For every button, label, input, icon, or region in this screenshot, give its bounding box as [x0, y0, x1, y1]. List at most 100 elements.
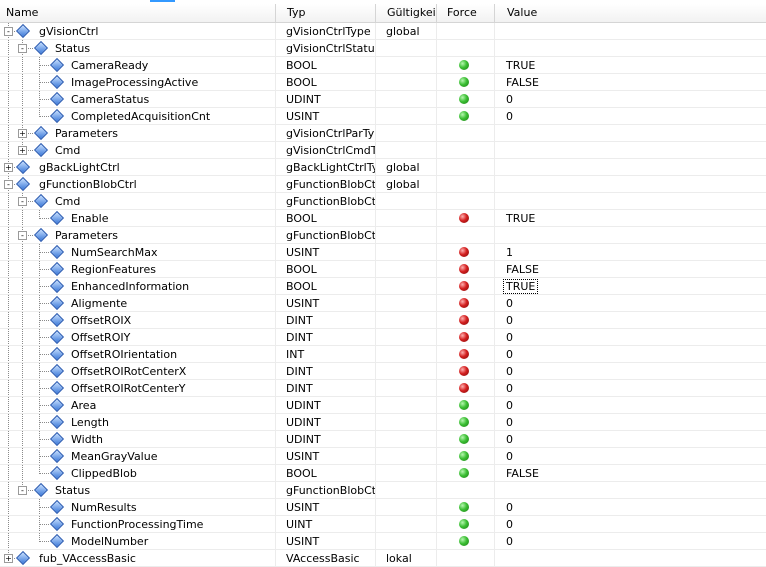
row-value-cell[interactable]: 0 — [495, 295, 766, 312]
table-row[interactable]: Enable BOOL TRUE — [0, 210, 766, 227]
table-row[interactable]: OffsetROIrientation INT 0 — [0, 346, 766, 363]
row-value-cell[interactable]: 0 — [495, 448, 766, 465]
expand-icon[interactable]: + — [18, 146, 27, 155]
column-header-name[interactable]: Name — [0, 4, 276, 22]
force-off-led-icon[interactable] — [459, 468, 469, 478]
row-value-cell[interactable] — [495, 125, 766, 142]
row-value-cell[interactable]: FALSE — [495, 261, 766, 278]
row-value-cell[interactable]: TRUE — [495, 210, 766, 227]
table-row[interactable]: + Parameters gVisionCtrlParTy — [0, 125, 766, 142]
row-value[interactable]: 1 — [506, 246, 513, 259]
table-row[interactable]: ImageProcessingActive BOOL FALSE — [0, 74, 766, 91]
collapse-icon[interactable]: - — [4, 27, 13, 36]
force-on-led-icon[interactable] — [459, 213, 469, 223]
row-value[interactable]: 0 — [506, 501, 513, 514]
column-header-value[interactable]: Value — [495, 4, 766, 22]
row-value[interactable]: TRUE — [506, 212, 535, 225]
table-row[interactable]: Aligmente USINT 0 — [0, 295, 766, 312]
force-off-led-icon[interactable] — [459, 417, 469, 427]
table-row[interactable]: - Parameters gFunctionBlobCt — [0, 227, 766, 244]
table-row[interactable]: EnhancedInformation BOOL TRUE — [0, 278, 766, 295]
collapse-icon[interactable]: - — [18, 44, 27, 53]
expand-icon[interactable]: + — [4, 163, 13, 172]
row-value[interactable]: 0 — [506, 110, 513, 123]
force-off-led-icon[interactable] — [459, 434, 469, 444]
table-row[interactable]: - Cmd gFunctionBlobCt — [0, 193, 766, 210]
row-value[interactable]: 0 — [506, 314, 513, 327]
collapse-icon[interactable]: - — [18, 197, 27, 206]
force-on-led-icon[interactable] — [459, 332, 469, 342]
table-row[interactable]: CameraReady BOOL TRUE — [0, 57, 766, 74]
force-off-led-icon[interactable] — [459, 536, 469, 546]
row-value-cell[interactable]: 0 — [495, 397, 766, 414]
table-row[interactable]: CameraStatus UDINT 0 — [0, 91, 766, 108]
table-row[interactable]: OffsetROIX DINT 0 — [0, 312, 766, 329]
table-row[interactable]: - gFunctionBlobCtrl gFunctionBlobCt global — [0, 176, 766, 193]
row-value[interactable]: 0 — [506, 450, 513, 463]
force-off-led-icon[interactable] — [459, 451, 469, 461]
table-row[interactable]: FunctionProcessingTime UINT 0 — [0, 516, 766, 533]
row-value-cell[interactable]: 0 — [495, 499, 766, 516]
row-value[interactable]: 0 — [506, 348, 513, 361]
table-row[interactable]: OffsetROIRotCenterX DINT 0 — [0, 363, 766, 380]
row-value-cell[interactable]: 0 — [495, 346, 766, 363]
table-row[interactable]: RegionFeatures BOOL FALSE — [0, 261, 766, 278]
row-value-cell[interactable]: 0 — [495, 363, 766, 380]
column-header-force[interactable]: Force — [437, 4, 495, 22]
table-row[interactable]: OffsetROIRotCenterY DINT 0 — [0, 380, 766, 397]
table-row[interactable]: MeanGrayValue USINT 0 — [0, 448, 766, 465]
row-value-cell[interactable]: 0 — [495, 312, 766, 329]
force-on-led-icon[interactable] — [459, 247, 469, 257]
force-on-led-icon[interactable] — [459, 281, 469, 291]
expand-icon[interactable]: + — [18, 129, 27, 138]
table-row[interactable]: + Cmd gVisionCtrlCmdT — [0, 142, 766, 159]
row-value[interactable]: TRUE — [503, 279, 539, 294]
row-value[interactable]: FALSE — [506, 467, 539, 480]
row-value-cell[interactable]: TRUE — [495, 278, 766, 295]
row-value[interactable]: 0 — [506, 331, 513, 344]
row-value[interactable]: FALSE — [506, 76, 539, 89]
row-value-cell[interactable] — [495, 482, 766, 499]
table-row[interactable]: CompletedAcquisitionCnt USINT 0 — [0, 108, 766, 125]
table-row[interactable]: OffsetROIY DINT 0 — [0, 329, 766, 346]
row-value[interactable]: 0 — [506, 382, 513, 395]
table-row[interactable]: - Status gFunctionBlobCt — [0, 482, 766, 499]
row-value-cell[interactable]: 1 — [495, 244, 766, 261]
row-value[interactable]: 0 — [506, 416, 513, 429]
table-row[interactable]: Area UDINT 0 — [0, 397, 766, 414]
row-value[interactable]: 0 — [506, 518, 513, 531]
row-value-cell[interactable]: 0 — [495, 108, 766, 125]
row-value-cell[interactable] — [495, 227, 766, 244]
force-off-led-icon[interactable] — [459, 400, 469, 410]
row-value-cell[interactable] — [495, 193, 766, 210]
table-row[interactable]: ClippedBlob BOOL FALSE — [0, 465, 766, 482]
row-value-cell[interactable]: 0 — [495, 516, 766, 533]
table-row[interactable]: + gBackLightCtrl gBackLightCtrlTy global — [0, 159, 766, 176]
force-on-led-icon[interactable] — [459, 349, 469, 359]
row-value-cell[interactable]: 0 — [495, 533, 766, 550]
table-row[interactable]: - gVisionCtrl gVisionCtrlType global — [0, 23, 766, 40]
force-off-led-icon[interactable] — [459, 519, 469, 529]
row-value-cell[interactable] — [495, 142, 766, 159]
table-row[interactable]: - Status gVisionCtrlStatus — [0, 40, 766, 57]
row-value-cell[interactable]: FALSE — [495, 465, 766, 482]
row-value-cell[interactable] — [495, 176, 766, 193]
table-row[interactable]: ModelNumber USINT 0 — [0, 533, 766, 550]
row-value[interactable]: 0 — [506, 365, 513, 378]
column-header-scope[interactable]: Gültigkeits — [376, 4, 437, 22]
row-value-cell[interactable] — [495, 23, 766, 40]
row-value[interactable]: 0 — [506, 433, 513, 446]
row-value-cell[interactable]: TRUE — [495, 57, 766, 74]
collapse-icon[interactable]: - — [18, 486, 27, 495]
force-on-led-icon[interactable] — [459, 366, 469, 376]
row-value[interactable]: 0 — [506, 535, 513, 548]
row-value[interactable]: FALSE — [506, 263, 539, 276]
force-off-led-icon[interactable] — [459, 60, 469, 70]
force-off-led-icon[interactable] — [459, 502, 469, 512]
row-value[interactable]: 0 — [506, 399, 513, 412]
force-on-led-icon[interactable] — [459, 298, 469, 308]
row-value-cell[interactable]: 0 — [495, 431, 766, 448]
force-off-led-icon[interactable] — [459, 77, 469, 87]
table-row[interactable]: Length UDINT 0 — [0, 414, 766, 431]
row-value-cell[interactable] — [495, 40, 766, 57]
